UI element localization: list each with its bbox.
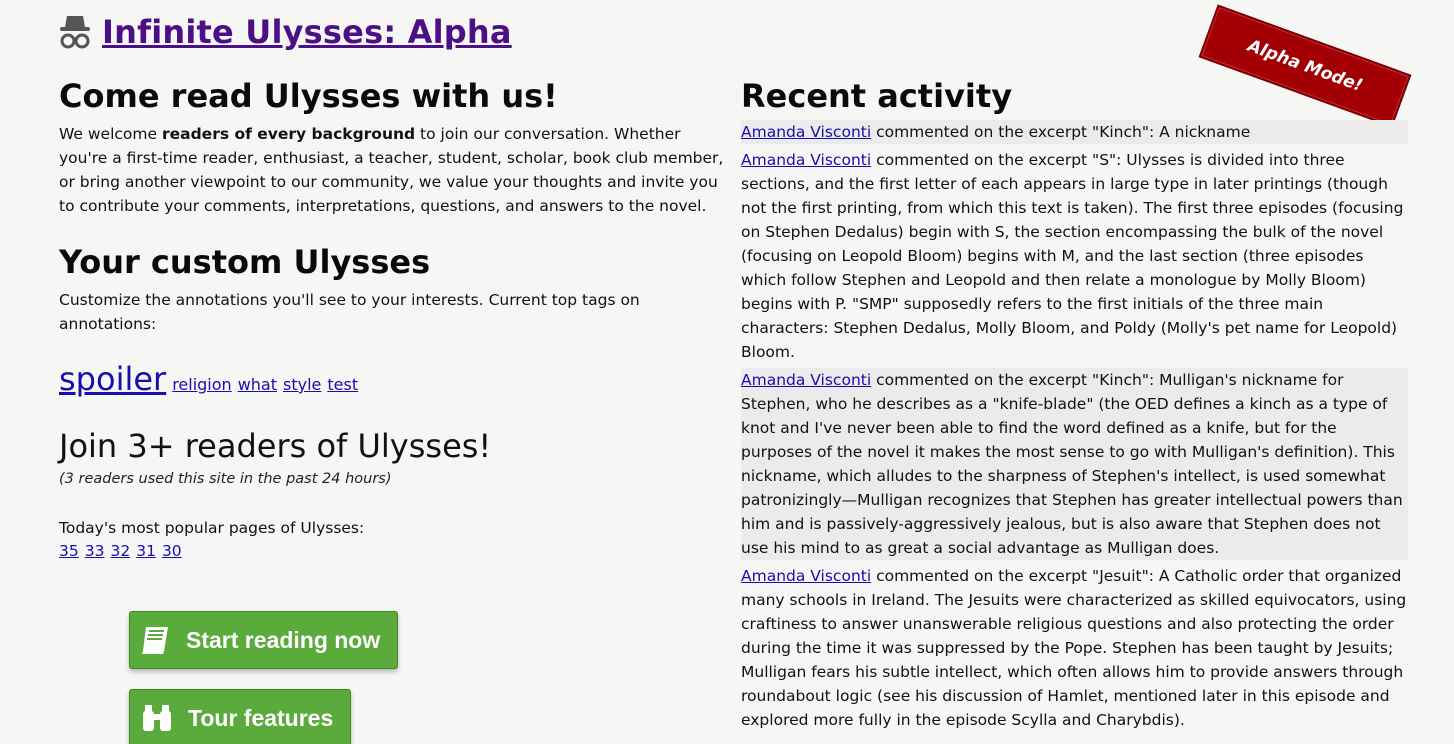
activity-list: Amanda Visconti commented on the excerpt…: [741, 120, 1408, 732]
right-column: Recent activity Amanda Visconti commente…: [741, 74, 1408, 736]
activity-user-link[interactable]: Amanda Visconti: [741, 567, 871, 585]
binoculars-icon: [143, 705, 171, 731]
join-subtext: (3 readers used this site in the past 24…: [59, 471, 392, 487]
custom-paragraph: Customize the annotations you'll see to …: [59, 291, 640, 333]
activity-text: commented on the excerpt "S": Ulysses is…: [741, 151, 1404, 361]
tag-link-what[interactable]: what: [238, 375, 277, 394]
activity-user-link[interactable]: Amanda Visconti: [741, 151, 871, 169]
activity-user-link[interactable]: Amanda Visconti: [741, 371, 871, 389]
popular-pages-list: 35 33 32 31 30: [59, 540, 729, 562]
activity-text: commented on the excerpt "Jesuit": A Cat…: [741, 567, 1407, 729]
intro-text-bold: readers of every background: [161, 125, 416, 143]
tour-features-label: Tour features: [188, 704, 334, 731]
site-title-link[interactable]: Infinite Ulysses: Alpha: [102, 13, 512, 51]
activity-item: Amanda Visconti commented on the excerpt…: [741, 148, 1408, 364]
activity-item: Amanda Visconti commented on the excerpt…: [741, 120, 1408, 144]
tour-features-button[interactable]: Tour features: [129, 689, 351, 744]
tag-link-religion[interactable]: religion: [172, 375, 232, 394]
custom-section: Your custom Ulysses Customize the annota…: [59, 240, 729, 410]
activity-text: commented on the excerpt "Kinch": A nick…: [871, 123, 1251, 141]
join-heading: Join 3+ readers of Ulysses!: [59, 427, 492, 465]
tag-link-style[interactable]: style: [283, 375, 321, 394]
activity-user-link[interactable]: Amanda Visconti: [741, 123, 871, 141]
start-reading-button[interactable]: Start reading now: [129, 611, 398, 669]
page-link[interactable]: 31: [136, 540, 156, 562]
page: Infinite Ulysses: Alpha Alpha Mode! Come…: [0, 0, 1454, 744]
page-link[interactable]: 32: [110, 540, 130, 562]
tag-link-spoiler[interactable]: spoiler: [59, 360, 166, 398]
left-column: Come read Ulysses with us! We welcome re…: [59, 74, 729, 562]
activity-heading: Recent activity: [741, 77, 1013, 115]
intro-paragraph: We welcome readers of every background t…: [59, 122, 729, 218]
site-header: Infinite Ulysses: Alpha: [58, 12, 512, 52]
tag-cloud: spoiler religion what style test: [59, 360, 729, 410]
activity-text: commented on the excerpt "Kinch": Mullig…: [741, 371, 1403, 557]
page-link[interactable]: 30: [162, 540, 182, 562]
custom-heading: Your custom Ulysses: [59, 243, 431, 281]
intro-heading: Come read Ulysses with us!: [59, 77, 558, 115]
popular-pages-label: Today's most popular pages of Ulysses:: [59, 519, 365, 537]
start-reading-label: Start reading now: [186, 626, 381, 653]
page-link[interactable]: 33: [85, 540, 105, 562]
intro-text-before: We welcome: [59, 125, 162, 143]
page-link[interactable]: 35: [59, 540, 79, 562]
activity-item: Amanda Visconti commented on the excerpt…: [741, 564, 1408, 732]
book-icon: [142, 627, 168, 654]
tag-link-test[interactable]: test: [327, 375, 358, 394]
activity-item: Amanda Visconti commented on the excerpt…: [741, 368, 1408, 560]
incognito-icon: [60, 16, 90, 49]
